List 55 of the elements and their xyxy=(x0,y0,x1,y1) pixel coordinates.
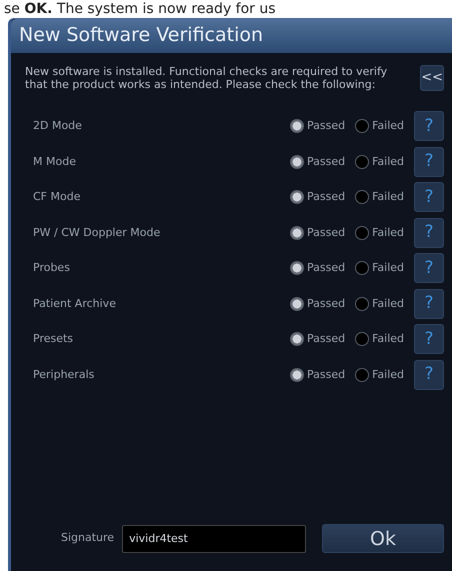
option-label[interactable]: Passed xyxy=(306,189,346,206)
radio-button[interactable] xyxy=(290,261,304,276)
radio-button[interactable] xyxy=(290,332,304,346)
help-button[interactable]: ? xyxy=(414,146,444,177)
check-label: 2D Mode xyxy=(33,118,83,134)
option-label[interactable]: Passed xyxy=(306,260,346,276)
radio-button[interactable] xyxy=(290,368,304,382)
intro-text: New software is installed. Functional checks are required to verify that the product works as intended. Please check the following: xyxy=(24,64,388,90)
check-label: PW / CW Doppler Mode xyxy=(33,224,162,240)
signature-field[interactable]: vividr4test xyxy=(122,524,306,552)
option-label[interactable]: Failed xyxy=(372,331,404,348)
option-label[interactable]: Failed xyxy=(372,118,404,134)
check-label: Presets xyxy=(33,331,74,347)
option-label[interactable]: Failed xyxy=(372,260,404,276)
help-button[interactable]: ? xyxy=(414,360,444,390)
radio-button[interactable] xyxy=(355,261,370,276)
background-text: se OK. The system is now ready for us xyxy=(3,0,277,18)
radio-button[interactable] xyxy=(355,119,370,134)
signature-label: Signature xyxy=(61,530,114,546)
option-label[interactable]: Passed xyxy=(306,296,346,312)
radio-button[interactable] xyxy=(355,368,370,382)
radio-button[interactable] xyxy=(355,332,370,346)
help-button[interactable]: ? xyxy=(414,111,444,142)
help-button[interactable]: ? xyxy=(414,218,444,248)
check-label: Probes xyxy=(33,260,71,276)
option-label[interactable]: Passed xyxy=(306,366,346,383)
radio-button[interactable] xyxy=(355,226,370,240)
collapse-button[interactable]: << xyxy=(420,64,444,90)
window-title: New Software Verification xyxy=(11,19,452,52)
radio-button[interactable] xyxy=(290,296,304,311)
help-button[interactable]: ? xyxy=(414,288,444,319)
option-label[interactable]: Failed xyxy=(372,366,404,383)
help-button[interactable]: ? xyxy=(414,324,444,354)
radio-button[interactable] xyxy=(290,154,304,169)
radio-button[interactable] xyxy=(355,154,370,169)
radio-button[interactable] xyxy=(355,190,370,204)
check-label: M Mode xyxy=(33,154,77,170)
help-button[interactable]: ? xyxy=(414,253,444,284)
option-label[interactable]: Failed xyxy=(372,189,404,206)
check-label: Patient Archive xyxy=(33,296,117,312)
option-label[interactable]: Passed xyxy=(306,154,346,170)
check-label: Peripherals xyxy=(33,366,96,382)
check-label: CF Mode xyxy=(33,189,82,205)
radio-button[interactable] xyxy=(355,296,370,311)
option-label[interactable]: Failed xyxy=(372,224,404,241)
option-label[interactable]: Failed xyxy=(372,154,404,170)
option-label[interactable]: Passed xyxy=(306,224,346,241)
option-label[interactable]: Failed xyxy=(372,296,404,312)
help-button[interactable]: ? xyxy=(414,182,444,212)
radio-button[interactable] xyxy=(290,119,304,134)
ok-button[interactable]: Ok xyxy=(322,524,444,553)
radio-button[interactable] xyxy=(290,190,304,204)
option-label[interactable]: Passed xyxy=(306,331,346,348)
option-label[interactable]: Passed xyxy=(306,118,346,134)
radio-button[interactable] xyxy=(290,226,304,240)
